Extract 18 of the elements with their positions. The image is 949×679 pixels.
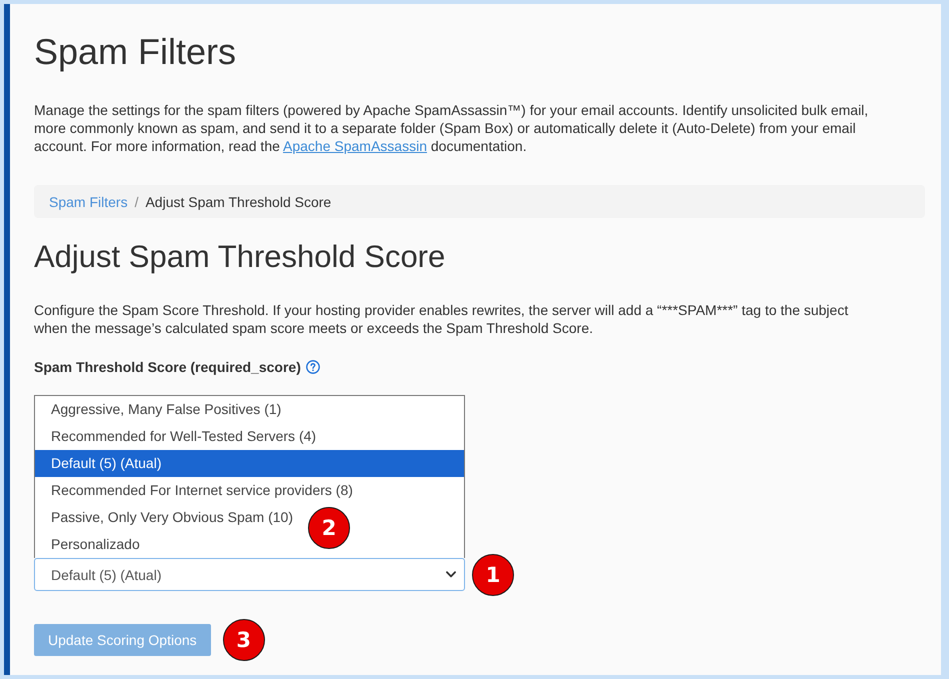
help-icon[interactable] <box>306 360 320 374</box>
intro-paragraph: Manage the settings for the spam filters (powered by Apache SpamAssassin™) for your email accounts. Identify unsolicited bulk email, more commonly known as spam, and send it to a separate folder (Spam Box) or automatically delete it (Auto-Delete) from your email account. For more information, read the Apache SpamAssassin documentation. <box>34 101 870 155</box>
step-marker: 1 <box>472 554 514 596</box>
section-description: Configure the Spam Score Threshold. If your hosting provider enables rewrites, the server will add a “***SPAM***” tag to the subject when the message’s calculated spam score meets or exceeds the Spam Threshold Score. <box>34 302 850 337</box>
dropdown-option[interactable]: Passive, Only Very Obvious Spam (10) <box>35 504 293 531</box>
breadcrumb-current: Adjust Spam Threshold Score <box>145 194 332 210</box>
select-field[interactable]: Default (5) (Atual) <box>34 558 465 591</box>
step-marker: 3 <box>222 619 265 661</box>
section-heading: Adjust Spam Threshold Score <box>34 239 446 275</box>
breadcrumb-separator: / <box>134 194 140 210</box>
dropdown-option[interactable]: Aggressive, Many False Positives (1) <box>35 396 282 423</box>
page-title: Spam Filters <box>34 30 238 74</box>
field-label: Spam Threshold Score (required_score) <box>34 359 301 375</box>
dropdown-option[interactable]: Recommended for Well-Tested Servers (4) <box>35 423 316 450</box>
dropdown-option[interactable]: Default (5) (Atual) <box>35 450 464 477</box>
caret-icon <box>446 571 456 578</box>
dropdown-option[interactable]: Personalizado <box>35 531 140 558</box>
dropdown-option[interactable]: Recommended For Internet service providers (8) <box>35 477 353 504</box>
